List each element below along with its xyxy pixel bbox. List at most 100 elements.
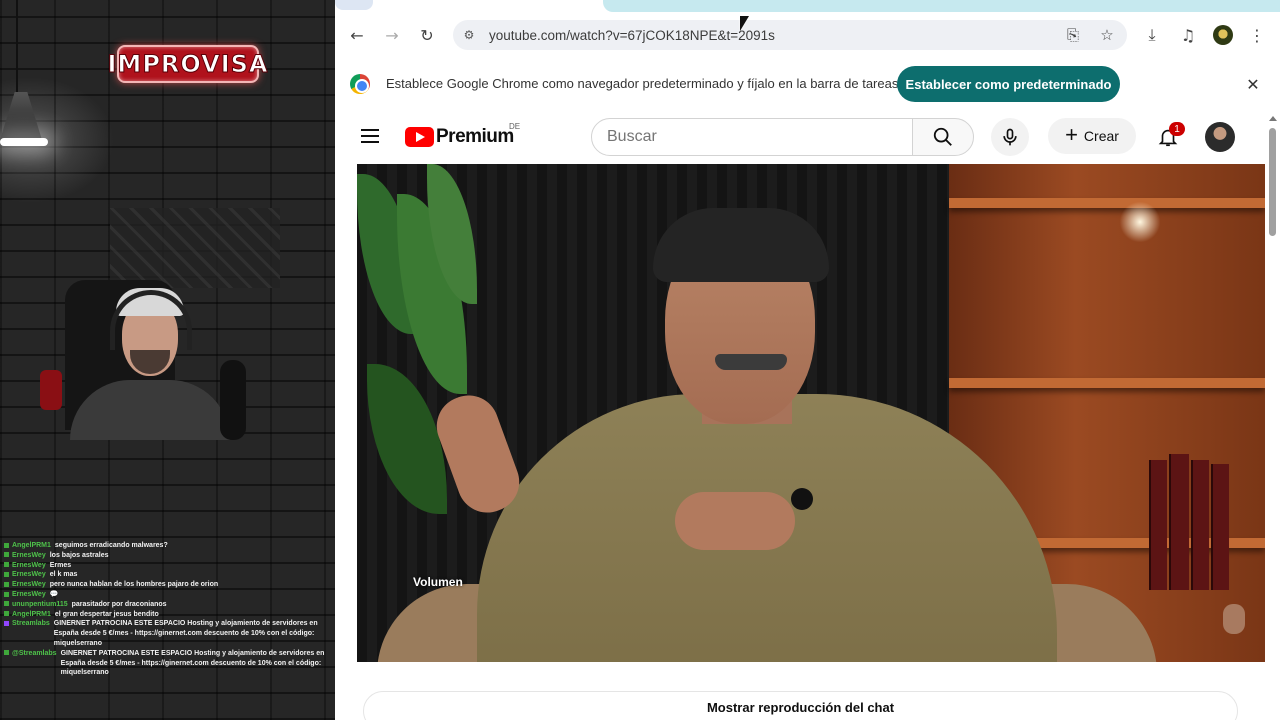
search-input[interactable]: [592, 119, 892, 155]
chat-message: AngelPRM1 seguimos erradicando malwares?: [4, 541, 330, 551]
page-scrollbar[interactable]: [1265, 112, 1280, 720]
stream-overlay: IMPROVISA AngelPRM1 seguimos erradicando …: [0, 0, 335, 720]
chat-badge-icon: [4, 650, 9, 656]
youtube-premium-logo[interactable]: Premium DE: [405, 122, 520, 148]
media-controls-button[interactable]: ♫: [1177, 24, 1199, 46]
tab-active[interactable]: [335, 0, 373, 10]
chat-username: ErnesWey: [4, 590, 46, 600]
chat-username-text: AngelPRM1: [12, 610, 51, 618]
speaker-hand: [675, 492, 795, 550]
chrome-logo-icon: [350, 74, 370, 94]
microphone-icon: [1003, 128, 1017, 146]
youtube-logo-text: Premium: [436, 126, 514, 147]
tab-group[interactable]: [603, 0, 1280, 12]
chat-message-text: los bajos astrales: [49, 551, 109, 559]
tab-strip: [335, 0, 1280, 14]
chat-badge-icon: [4, 591, 9, 597]
chat-badge-icon: [4, 572, 9, 578]
search-icon: [933, 127, 952, 146]
chat-message-text: 💬: [49, 590, 59, 598]
chat-badge-icon: [4, 601, 9, 607]
improvisa-logo: IMPROVISA: [107, 45, 268, 83]
site-info-icon[interactable]: ⚙: [459, 25, 479, 45]
create-button[interactable]: + Crear: [1048, 118, 1136, 154]
download-button[interactable]: ⤓: [1141, 24, 1163, 46]
chat-username-text: ErnesWey: [12, 561, 46, 569]
chat-username: ErnesWey: [4, 551, 46, 561]
infobar-close-button[interactable]: ✕: [1243, 74, 1263, 94]
notifications-button[interactable]: 1: [1151, 120, 1185, 154]
video-player[interactable]: Volumen: [357, 164, 1265, 662]
book: [1211, 464, 1229, 590]
media-controls-icon: ♫: [1180, 25, 1196, 45]
browser-window: ← → ↻ ⚙ youtube.com/watch?v=67jCOK18NPE&…: [335, 0, 1280, 720]
chat-username-text: ErnesWey: [12, 551, 46, 559]
chat-username-text: ErnesWey: [12, 581, 46, 589]
chat-message: Streamlabs GINERNET PATROCINA ESTE ESPACI…: [4, 619, 330, 648]
stream-chat: AngelPRM1 seguimos erradicando malwares? E…: [4, 541, 330, 678]
account-avatar[interactable]: [1205, 122, 1235, 152]
channel-watermark: [1223, 604, 1245, 634]
chat-message: ErnesWey el k mas: [4, 570, 330, 580]
chat-username: ErnesWey: [4, 580, 46, 590]
close-icon: ✕: [1246, 74, 1260, 94]
region-code: DE: [509, 122, 521, 131]
chat-message-text: pero nunca hablan de los hombres pajaro …: [49, 581, 219, 589]
infobar-message: Establece Google Chrome como navegador p…: [386, 76, 899, 91]
chat-username-text: ununpentium115: [12, 600, 68, 608]
chat-message-text: Ermes: [49, 561, 72, 569]
lapel-microphone: [791, 488, 813, 510]
youtube-play-icon: [405, 127, 434, 147]
forward-button[interactable]: →: [381, 24, 403, 46]
chat-message-text: seguimos erradicando malwares?: [54, 542, 168, 549]
voice-search-button[interactable]: [991, 118, 1029, 156]
chat-badge-icon: [4, 542, 9, 548]
volume-tooltip: Volumen: [413, 575, 463, 589]
chat-username-text: Streamlabs: [12, 620, 50, 628]
chat-message-text: parasitador por draconianos: [71, 600, 167, 608]
mouse-cursor-icon: [740, 16, 749, 31]
lamp-cord: [16, 0, 18, 95]
speaker-hair: [653, 208, 829, 282]
shelf: [949, 378, 1265, 388]
notification-badge: 1: [1169, 122, 1185, 136]
chat-message: @Streamlabs GINERNET PATROCINA ESTE ESPAC…: [4, 649, 330, 678]
scroll-up-arrow-icon[interactable]: [1269, 116, 1277, 121]
screen: IMPROVISA AngelPRM1 seguimos erradicando …: [0, 0, 1280, 720]
search-box: [591, 118, 913, 156]
shelf: [949, 198, 1265, 208]
back-button[interactable]: ←: [346, 24, 368, 46]
address-bar[interactable]: ⚙ youtube.com/watch?v=67jCOK18NPE&t=2091…: [453, 20, 1127, 50]
speaker-mustache: [715, 354, 787, 370]
reload-icon: ↻: [420, 25, 434, 45]
default-browser-infobar: Establece Google Chrome como navegador p…: [335, 56, 1280, 112]
chat-message-text: GINERNET PATROCINA ESTE ESPACIO Hosting …: [60, 649, 325, 677]
book: [1149, 460, 1167, 590]
chat-username: ErnesWey: [4, 561, 46, 571]
profile-icon[interactable]: [1213, 25, 1233, 45]
chat-message: ErnesWey Ermes: [4, 561, 330, 571]
scrollbar-thumb[interactable]: [1269, 128, 1276, 236]
url-text[interactable]: youtube.com/watch?v=67jCOK18NPE&t=2091s: [489, 28, 775, 43]
bookmark-star-icon[interactable]: ☆: [1097, 25, 1117, 45]
chat-username-text: ErnesWey: [12, 571, 46, 579]
chat-username: ErnesWey: [4, 570, 46, 580]
chat-message: ErnesWey pero nunca hablan de los hombres…: [4, 580, 330, 590]
youtube-header: Premium DE + Crear: [335, 112, 1265, 162]
chair-accent: [40, 370, 62, 410]
back-arrow-icon: ←: [350, 25, 364, 45]
chat-badge-icon: [4, 552, 9, 558]
chat-username: AngelPRM1: [4, 541, 51, 551]
chat-message: ErnesWey los bajos astrales: [4, 551, 330, 561]
show-chat-replay-button[interactable]: Mostrar reproducción del chat: [363, 691, 1238, 720]
reload-button[interactable]: ↻: [416, 24, 438, 46]
book: [1169, 454, 1189, 590]
kebab-menu-icon: ⋮: [1249, 25, 1265, 45]
install-app-icon[interactable]: ⎘: [1063, 25, 1083, 45]
streamer-microphone: [220, 360, 246, 440]
browser-menu-button[interactable]: ⋮: [1246, 24, 1268, 46]
search-button[interactable]: [912, 118, 974, 156]
hamburger-menu-icon[interactable]: [359, 126, 381, 146]
plus-icon: +: [1065, 122, 1078, 147]
set-default-button[interactable]: Establecer como predeterminado: [897, 66, 1120, 102]
